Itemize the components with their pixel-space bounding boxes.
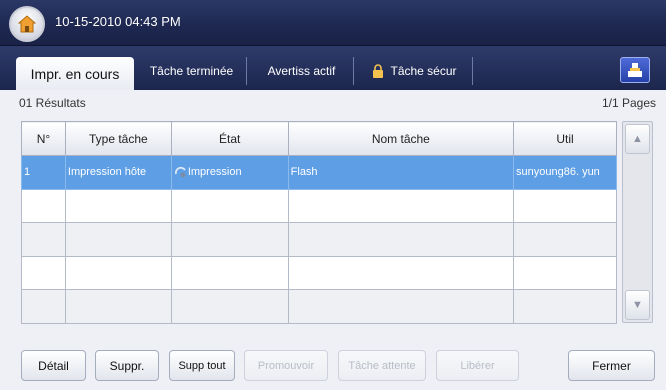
- page-indicator: 1/1 Pages: [601, 96, 656, 110]
- tab-active-warnings[interactable]: Avertiss actif: [250, 57, 354, 85]
- empty-cell: [170, 289, 289, 324]
- delete-button[interactable]: Suppr.: [95, 350, 159, 381]
- empty-cell: [21, 255, 66, 290]
- cell-user: sunyoung86. yun: [513, 155, 617, 190]
- datetime-label: 10-15-2010 04:43 PM: [55, 14, 181, 29]
- empty-cell: [21, 222, 66, 257]
- empty-cell: [513, 222, 617, 257]
- empty-cell: [64, 289, 172, 324]
- home-icon: [17, 15, 37, 33]
- promote-button[interactable]: Promouvoir: [244, 350, 328, 381]
- empty-cell: [287, 289, 515, 324]
- empty-cell: [21, 188, 66, 223]
- close-button[interactable]: Fermer: [568, 350, 655, 381]
- column-header-number[interactable]: N°: [21, 121, 66, 156]
- tab-bar: Impr. en cours Tâche terminée Avertiss a…: [0, 46, 666, 90]
- empty-cell: [64, 222, 172, 257]
- empty-cell: [64, 188, 172, 223]
- empty-cell: [287, 188, 515, 223]
- empty-cell: [170, 188, 289, 223]
- cell-type: Impression hôte: [64, 155, 172, 190]
- cell-number: 1: [21, 155, 66, 190]
- table-row[interactable]: 1 Impression hôte Impression Flash sunyo…: [21, 155, 617, 190]
- empty-cell: [170, 255, 289, 290]
- empty-cell: [64, 255, 172, 290]
- jobs-table: N° Type tâche État Nom tâche Util 1 Impr…: [21, 121, 617, 324]
- tab-label: Tâche terminée: [149, 64, 234, 78]
- column-header-type[interactable]: Type tâche: [64, 121, 172, 156]
- lock-icon: [373, 64, 384, 78]
- tab-label: Avertiss actif: [267, 64, 336, 78]
- column-header-state[interactable]: État: [170, 121, 289, 156]
- table-row[interactable]: [21, 222, 617, 257]
- results-count: 01 Résultats: [19, 96, 86, 110]
- scroll-down-button[interactable]: ▼: [625, 290, 650, 320]
- empty-cell: [513, 289, 617, 324]
- empty-cell: [170, 222, 289, 257]
- state-label: Impression: [187, 166, 242, 179]
- delete-all-button[interactable]: Supp tout: [169, 350, 235, 381]
- tab-completed-jobs[interactable]: Tâche terminée: [137, 57, 247, 85]
- empty-cell: [513, 255, 617, 290]
- column-header-name[interactable]: Nom tâche: [287, 121, 515, 156]
- cell-state: Impression: [170, 155, 289, 190]
- job-queue-icon: [628, 63, 642, 77]
- table-row[interactable]: [21, 255, 617, 290]
- tab-label: Impr. en cours: [30, 65, 120, 82]
- hold-job-button[interactable]: Tâche attente: [338, 350, 426, 381]
- detail-button[interactable]: Détail: [21, 350, 86, 381]
- scroll-up-button[interactable]: ▲: [625, 124, 650, 154]
- top-status-bar: 10-15-2010 04:43 PM: [0, 0, 666, 46]
- arrow-down-icon: ▼: [632, 299, 643, 311]
- printing-progress-icon: [174, 167, 186, 178]
- table-row[interactable]: [21, 289, 617, 324]
- column-header-user[interactable]: Util: [513, 121, 617, 156]
- tab-current-jobs[interactable]: Impr. en cours: [16, 57, 134, 90]
- empty-cell: [513, 188, 617, 223]
- table-row[interactable]: [21, 188, 617, 223]
- release-button[interactable]: Libérer: [436, 350, 519, 381]
- tab-secure-jobs[interactable]: Tâche sécur: [357, 57, 473, 85]
- empty-cell: [287, 255, 515, 290]
- cell-name: Flash: [287, 155, 515, 190]
- tab-label: Tâche sécur: [390, 64, 457, 78]
- empty-cell: [287, 222, 515, 257]
- vertical-scrollbar[interactable]: ▲ ▼: [622, 121, 653, 323]
- home-button[interactable]: [9, 6, 45, 42]
- job-queue-button[interactable]: [620, 57, 650, 83]
- arrow-up-icon: ▲: [632, 133, 643, 145]
- table-header-row: N° Type tâche État Nom tâche Util: [21, 121, 617, 156]
- empty-cell: [21, 289, 66, 324]
